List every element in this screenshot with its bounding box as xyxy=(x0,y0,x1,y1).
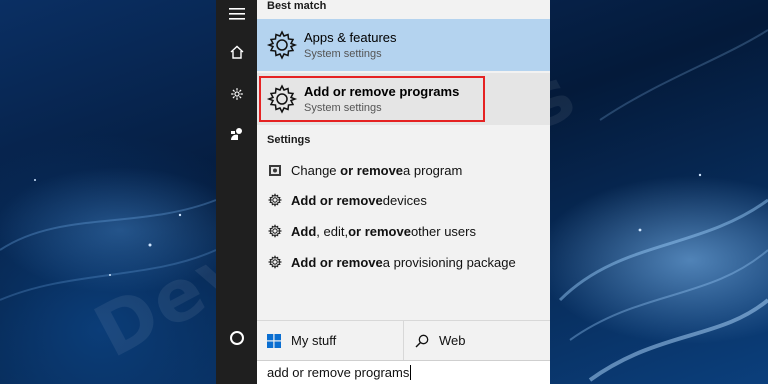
search-input-value: add or remove programs xyxy=(267,365,410,380)
item-text: devices xyxy=(382,192,427,208)
tab-my-stuff[interactable]: My stuff xyxy=(267,321,336,360)
item-text-bold: or remove xyxy=(348,223,411,239)
gear-icon[interactable] xyxy=(216,80,257,108)
item-text-bold: Add or remove xyxy=(291,192,383,208)
highlight-box xyxy=(259,76,485,122)
gear-icon xyxy=(267,254,283,270)
item-text-bold: Add or remove xyxy=(291,254,383,270)
item-text: a program xyxy=(403,162,463,178)
settings-item-change-remove-program[interactable]: Change or remove a program xyxy=(257,156,550,184)
gear-icon xyxy=(267,223,283,239)
start-rail xyxy=(216,0,257,384)
gear-icon xyxy=(266,30,298,60)
settings-heading: Settings xyxy=(267,134,311,146)
item-text-bold: Add xyxy=(291,223,317,239)
control-panel-icon xyxy=(267,162,283,178)
best-match-heading: Best match xyxy=(267,0,327,12)
tab-web[interactable]: Web xyxy=(415,321,466,360)
hamburger-icon[interactable] xyxy=(216,0,257,28)
item-text: Change xyxy=(291,162,337,178)
item-text: , edit, xyxy=(316,223,349,239)
search-icon xyxy=(415,334,429,347)
item-text: a provisioning package xyxy=(382,254,516,270)
gear-icon xyxy=(267,192,283,208)
tab-label: Web xyxy=(439,333,466,348)
result-subtitle: System settings xyxy=(304,48,382,60)
tab-label: My stuff xyxy=(291,333,337,348)
item-text-bold: or remove xyxy=(340,162,404,178)
home-icon[interactable] xyxy=(216,38,257,66)
result-apps-features[interactable]: Apps & features System settings xyxy=(257,19,550,71)
result-title: Apps & features xyxy=(304,30,397,45)
windows-logo-icon xyxy=(267,333,281,348)
settings-item-add-remove-provisioning[interactable]: Add or remove a provisioning package xyxy=(257,248,550,276)
cortana-circle-icon[interactable] xyxy=(216,324,257,352)
tab-divider xyxy=(403,321,404,360)
search-scope-tabs: My stuff Web xyxy=(257,320,550,360)
settings-item-add-edit-remove-users[interactable]: Add, edit, or remove other users xyxy=(257,217,550,245)
search-results-panel: Best match Apps & features System settin… xyxy=(257,0,550,320)
settings-item-add-remove-devices[interactable]: Add or remove devices xyxy=(257,186,550,214)
item-text: other users xyxy=(410,223,476,239)
user-icon[interactable] xyxy=(216,120,257,148)
text-caret xyxy=(410,365,412,380)
search-input[interactable]: add or remove programs xyxy=(257,360,550,384)
